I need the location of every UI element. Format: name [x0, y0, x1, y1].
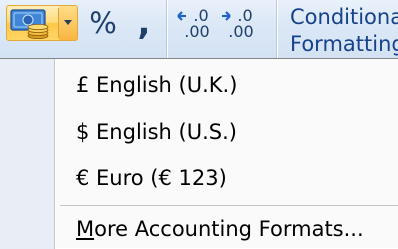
conditional-formatting-button[interactable]: Conditiona — [290, 4, 398, 31]
ribbon-divider — [166, 0, 168, 58]
ribbon-number-group: % , .0 .00 .0 .00 Conditiona Formatting — [0, 0, 398, 58]
access-key: M — [76, 217, 95, 241]
comma-label: , — [137, 3, 151, 43]
menu-item-english-uk[interactable]: £ English (U.K.) — [76, 67, 237, 103]
svg-text:.00: .00 — [228, 22, 253, 41]
accounting-format-dropdown: £ English (U.K.) $ English (U.S.) € Euro… — [0, 58, 398, 249]
ribbon-divider — [276, 0, 278, 58]
menu-item-more-accounting-formats[interactable]: More Accounting Formats... — [76, 211, 364, 247]
menu-item-label: € Euro (€ 123) — [76, 166, 227, 190]
comma-style-button[interactable]: , — [126, 5, 162, 41]
currency-coins-icon — [10, 9, 54, 39]
menu-separator — [60, 205, 398, 206]
menu-item-label: $ English (U.S.) — [76, 120, 237, 144]
menu-item-label: ore Accounting Formats... — [94, 217, 364, 241]
decrease-decimal-icon: .0 .00 — [222, 6, 254, 41]
percent-style-button[interactable]: % — [83, 5, 123, 41]
menu-item-euro[interactable]: € Euro (€ 123) — [76, 160, 227, 196]
conditional-formatting-button-line2[interactable]: Formatting — [290, 31, 398, 58]
increase-decimal-button[interactable]: .0 .00 — [174, 5, 218, 41]
conditional-formatting-label: Conditiona — [290, 5, 398, 29]
percent-label: % — [89, 6, 117, 40]
accounting-number-format-button[interactable] — [6, 5, 78, 41]
menu-icon-gutter — [0, 59, 54, 249]
chevron-down-icon[interactable] — [59, 6, 77, 40]
decrease-decimal-button[interactable]: .0 .00 — [218, 5, 262, 41]
conditional-formatting-label-2: Formatting — [290, 32, 398, 56]
menu-item-english-us[interactable]: $ English (U.S.) — [76, 114, 237, 150]
increase-decimal-icon: .0 .00 — [177, 6, 210, 41]
svg-text:.00: .00 — [184, 22, 209, 41]
menu-item-label: £ English (U.K.) — [76, 73, 238, 97]
